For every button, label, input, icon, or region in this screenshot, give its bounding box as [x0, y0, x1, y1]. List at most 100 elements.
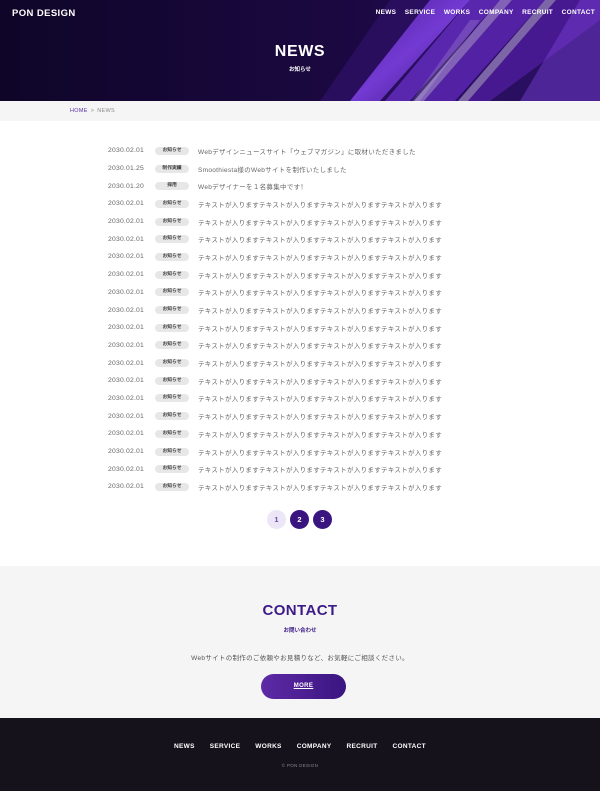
contact-subtitle: お問い合わせ	[283, 628, 317, 634]
breadcrumb-current: NEWS	[97, 108, 115, 114]
contact-title: CONTACT	[262, 602, 338, 619]
page-button-3[interactable]: 3	[313, 510, 332, 529]
news-title-link[interactable]: テキストが入りますテキストが入りますテキストが入りますテキストが入ります	[198, 464, 442, 474]
news-title-link[interactable]: テキストが入りますテキストが入りますテキストが入りますテキストが入ります	[198, 482, 442, 492]
news-category-badge: お知らせ	[155, 270, 189, 279]
news-title-link[interactable]: テキストが入りますテキストが入りますテキストが入りますテキストが入ります	[198, 358, 442, 368]
news-category-badge: お知らせ	[155, 252, 189, 261]
footer-nav-company[interactable]: COMPANY	[297, 743, 332, 750]
news-item[interactable]: 2030.02.01 お知らせ テキストが入りますテキストが入りますテキストが入りま…	[108, 266, 492, 284]
news-item[interactable]: 2030.02.01 お知らせ テキストが入りますテキストが入りますテキストが入りま…	[108, 460, 492, 478]
footer-nav-contact[interactable]: CONTACT	[393, 743, 426, 750]
news-category-badge: お知らせ	[155, 429, 189, 438]
news-item[interactable]: 2030.02.01 お知らせ テキストが入りますテキストが入りますテキストが入りま…	[108, 213, 492, 231]
news-date: 2030.02.01	[108, 359, 145, 367]
footer-nav-works[interactable]: WORKS	[255, 743, 281, 750]
page-title: NEWS	[274, 43, 326, 60]
news-date: 2030.02.01	[108, 147, 145, 155]
news-title-link[interactable]: テキストが入りますテキストが入りますテキストが入りますテキストが入ります	[198, 305, 442, 315]
news-category-badge: お知らせ	[155, 465, 189, 474]
news-item[interactable]: 2030.02.01 お知らせ テキストが入りますテキストが入りますテキストが入りま…	[108, 248, 492, 266]
news-item[interactable]: 2030.02.01 お知らせ テキストが入りますテキストが入りますテキストが入りま…	[108, 195, 492, 213]
news-date: 2030.02.01	[108, 200, 145, 208]
news-title-link[interactable]: テキストが入りますテキストが入りますテキストが入りますテキストが入ります	[198, 376, 442, 386]
news-title-link[interactable]: Webデザイナーを１名募集中です！	[198, 181, 307, 191]
news-category-badge: お知らせ	[155, 394, 189, 403]
nav-company[interactable]: COMPANY	[479, 9, 514, 16]
news-title-link[interactable]: テキストが入りますテキストが入りますテキストが入りますテキストが入ります	[198, 270, 442, 280]
news-title-link[interactable]: テキストが入りますテキストが入りますテキストが入りますテキストが入ります	[198, 323, 442, 333]
contact-section: CONTACT お問い合わせ Webサイトの制作のご依頼やお見積りなど、お気軽に…	[0, 566, 600, 718]
news-date: 2030.02.01	[108, 235, 145, 243]
global-nav: NEWS SERVICE WORKS COMPANY RECRUIT CONTA…	[367, 9, 595, 16]
news-item[interactable]: 2030.02.01 お知らせ テキストが入りますテキストが入りますテキストが入りま…	[108, 390, 492, 408]
news-category-badge: お知らせ	[155, 217, 189, 226]
news-item[interactable]: 2030.02.01 お知らせ テキストが入りますテキストが入りますテキストが入りま…	[108, 372, 492, 390]
news-date: 2030.02.01	[108, 306, 145, 314]
news-date: 2030.02.01	[108, 394, 145, 402]
contact-more-button[interactable]: MORE	[261, 674, 346, 699]
news-item[interactable]: 2030.02.01 お知らせ テキストが入りますテキストが入りますテキストが入りま…	[108, 443, 492, 461]
nav-works[interactable]: WORKS	[444, 9, 470, 16]
news-title-link[interactable]: テキストが入りますテキストが入りますテキストが入りますテキストが入ります	[198, 287, 442, 297]
footer-nav-service[interactable]: SERVICE	[210, 743, 241, 750]
news-item[interactable]: 2030.02.01 お知らせ Webデザインニュースサイト「ウェブマガジン」に取材…	[108, 142, 492, 160]
news-category-badge: お知らせ	[155, 146, 189, 155]
breadcrumb: HOME > NEWS	[70, 108, 115, 114]
news-title-link[interactable]: テキストが入りますテキストが入りますテキストが入りますテキストが入ります	[198, 217, 442, 227]
news-item[interactable]: 2030.02.01 お知らせ テキストが入りますテキストが入りますテキストが入りま…	[108, 337, 492, 355]
footer-nav-recruit[interactable]: RECRUIT	[347, 743, 378, 750]
news-category-badge: お知らせ	[155, 447, 189, 456]
news-title-link[interactable]: Smoothiesta様のWebサイトを制作いたしました	[198, 164, 347, 174]
news-item[interactable]: 2030.02.01 お知らせ テキストが入りますテキストが入りますテキストが入りま…	[108, 230, 492, 248]
news-date: 2030.02.01	[108, 324, 145, 332]
page-subtitle: お知らせ	[289, 67, 311, 73]
page-button-2[interactable]: 2	[290, 510, 309, 529]
nav-service[interactable]: SERVICE	[405, 9, 436, 16]
news-title-link[interactable]: Webデザインニュースサイト「ウェブマガジン」に取材いただきました	[198, 146, 416, 156]
footer-nav-news[interactable]: NEWS	[174, 743, 195, 750]
news-title-link[interactable]: テキストが入りますテキストが入りますテキストが入りますテキストが入ります	[198, 447, 442, 457]
news-title-link[interactable]: テキストが入りますテキストが入りますテキストが入りますテキストが入ります	[198, 429, 442, 439]
news-item[interactable]: 2030.02.01 お知らせ テキストが入りますテキストが入りますテキストが入りま…	[108, 478, 492, 496]
page-button-1[interactable]: 1	[267, 510, 286, 529]
news-date: 2030.02.01	[108, 341, 145, 349]
breadcrumb-separator: >	[90, 108, 95, 114]
nav-news[interactable]: NEWS	[376, 9, 397, 16]
news-item[interactable]: 2030.01.20 採用 Webデザイナーを１名募集中です！	[108, 177, 492, 195]
news-category-badge: 採用	[155, 182, 189, 191]
news-item[interactable]: 2030.02.01 お知らせ テキストが入りますテキストが入りますテキストが入りま…	[108, 407, 492, 425]
news-item[interactable]: 2030.02.01 お知らせ テキストが入りますテキストが入りますテキストが入りま…	[108, 354, 492, 372]
news-date: 2030.02.01	[108, 288, 145, 296]
breadcrumb-home-link[interactable]: HOME	[70, 108, 88, 114]
news-title-link[interactable]: テキストが入りますテキストが入りますテキストが入りますテキストが入ります	[198, 199, 442, 209]
news-title-link[interactable]: テキストが入りますテキストが入りますテキストが入りますテキストが入ります	[198, 340, 442, 350]
news-category-badge: お知らせ	[155, 412, 189, 421]
nav-recruit[interactable]: RECRUIT	[522, 9, 553, 16]
copyright: © PON DESIGN	[281, 763, 319, 768]
pagination: 1 2 3	[267, 510, 336, 529]
news-category-badge: お知らせ	[155, 306, 189, 315]
news-item[interactable]: 2030.01.25 制作実績 Smoothiesta様のWebサイトを制作いたしま…	[108, 160, 492, 178]
news-title-link[interactable]: テキストが入りますテキストが入りますテキストが入りますテキストが入ります	[198, 252, 442, 262]
news-title-link[interactable]: テキストが入りますテキストが入りますテキストが入りますテキストが入ります	[198, 393, 442, 403]
news-date: 2030.02.01	[108, 465, 145, 473]
news-item[interactable]: 2030.02.01 お知らせ テキストが入りますテキストが入りますテキストが入りま…	[108, 284, 492, 302]
footer-nav: NEWS SERVICE WORKS COMPANY RECRUIT CONTA…	[0, 743, 600, 750]
site-logo[interactable]: PON DESIGN	[12, 8, 76, 19]
site-header: PON DESIGN NEWS SERVICE WORKS COMPANY RE…	[0, 0, 600, 101]
news-date: 2030.02.01	[108, 253, 145, 261]
news-category-badge: お知らせ	[155, 323, 189, 332]
news-title-link[interactable]: テキストが入りますテキストが入りますテキストが入りますテキストが入ります	[198, 234, 442, 244]
news-title-link[interactable]: テキストが入りますテキストが入りますテキストが入りますテキストが入ります	[198, 411, 442, 421]
news-category-badge: お知らせ	[155, 359, 189, 368]
news-category-badge: お知らせ	[155, 288, 189, 297]
news-item[interactable]: 2030.02.01 お知らせ テキストが入りますテキストが入りますテキストが入りま…	[108, 425, 492, 443]
news-category-badge: お知らせ	[155, 199, 189, 208]
news-category-badge: お知らせ	[155, 341, 189, 350]
nav-contact[interactable]: CONTACT	[562, 9, 595, 16]
news-item[interactable]: 2030.02.01 お知らせ テキストが入りますテキストが入りますテキストが入りま…	[108, 301, 492, 319]
news-date: 2030.01.25	[108, 165, 145, 173]
news-item[interactable]: 2030.02.01 お知らせ テキストが入りますテキストが入りますテキストが入りま…	[108, 319, 492, 337]
news-date: 2030.02.01	[108, 377, 145, 385]
